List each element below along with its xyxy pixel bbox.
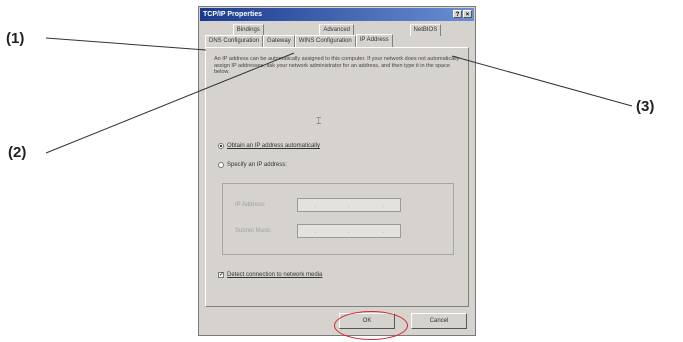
callout-3: (3): [636, 98, 655, 115]
specify-ip-label: Specify an IP address:: [227, 162, 287, 168]
leader-line-3: [451, 55, 633, 107]
callout-1: (1): [6, 30, 25, 47]
tcpip-properties-dialog: TCP/IP Properties ? × Bindings Advanced …: [198, 6, 476, 336]
help-button[interactable]: ?: [453, 10, 462, 18]
obtain-auto-radio[interactable]: [218, 143, 224, 149]
subnet-mask-row: Subnet Mask: . . .: [235, 224, 401, 238]
specify-ip-option[interactable]: Specify an IP address:: [218, 162, 287, 168]
tab-gateway[interactable]: Gateway: [263, 35, 295, 47]
obtain-auto-option[interactable]: Obtain an IP address automatically: [218, 143, 320, 149]
ip-address-label: IP Address:: [235, 202, 266, 208]
ok-highlight-circle: [334, 311, 408, 340]
specify-ip-radio[interactable]: [218, 162, 224, 168]
ip-address-input[interactable]: . . .: [297, 198, 401, 212]
callout-2: (2): [8, 144, 27, 161]
media-detect-label: Detect connection to network media: [227, 272, 323, 278]
description-text: An IP address can be automatically assig…: [214, 56, 460, 75]
tab-wins-configuration[interactable]: WINS Configuration: [294, 35, 356, 47]
dialog-titlebar: TCP/IP Properties ? ×: [200, 8, 474, 21]
tab-ip-address[interactable]: IP Address: [355, 34, 393, 48]
obtain-auto-label: Obtain an IP address automatically: [227, 143, 320, 149]
media-detect-option[interactable]: ✓ Detect connection to network media: [218, 272, 322, 278]
subnet-mask-input[interactable]: . . .: [297, 224, 401, 238]
media-detect-checkbox[interactable]: ✓: [218, 272, 224, 278]
tab-dns-configuration[interactable]: DNS Configuration: [205, 35, 264, 47]
subnet-mask-label: Subnet Mask:: [235, 228, 272, 234]
ip-address-row: IP Address: . . .: [235, 198, 401, 212]
ip-address-panel: An IP address can be automatically assig…: [205, 47, 469, 307]
cancel-button[interactable]: Cancel: [411, 313, 467, 329]
leader-line-1: [45, 37, 207, 51]
text-cursor-icon: ⌶: [316, 116, 322, 126]
dialog-title: TCP/IP Properties: [203, 11, 263, 18]
ip-fields-group: IP Address: . . . Subnet Mask: . . .: [222, 183, 454, 255]
close-button[interactable]: ×: [463, 10, 472, 18]
